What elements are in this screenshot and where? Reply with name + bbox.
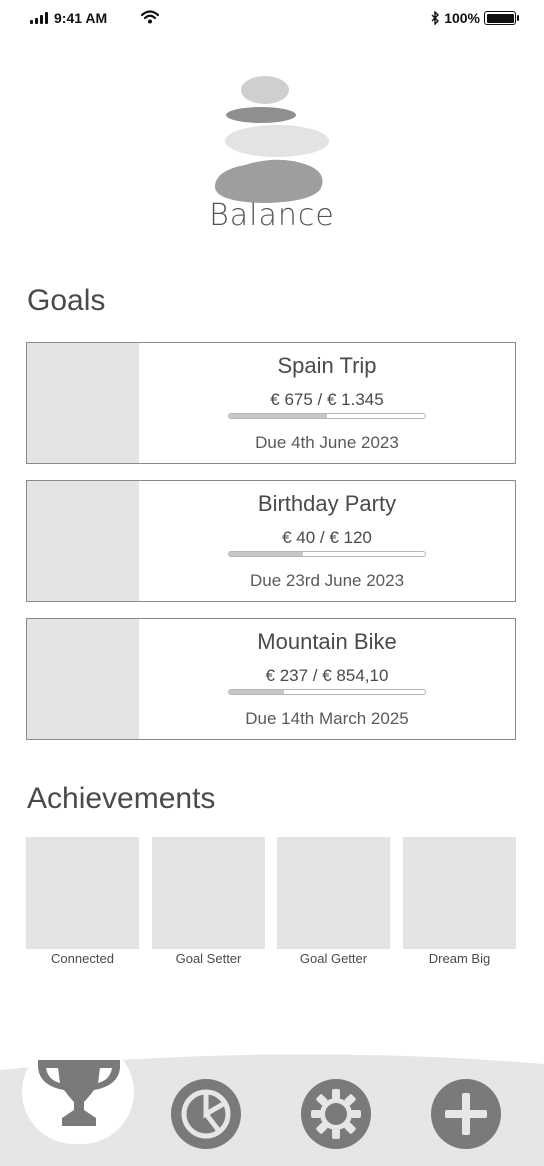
goal-progress-bar: [228, 551, 426, 557]
goal-info: Birthday Party € 40 / € 120 Due 23rd Jun…: [139, 481, 515, 601]
goals-heading: Goals: [27, 284, 106, 317]
achievement-dream-big[interactable]: Dream Big: [403, 837, 516, 966]
achievement-label: Connected: [51, 951, 114, 966]
goal-name: Mountain Bike: [257, 629, 397, 654]
goal-card[interactable]: Mountain Bike € 237 / € 854,10 Due 14th …: [26, 618, 516, 740]
status-bar: 9:41 AM 100%: [0, 0, 544, 40]
battery-percent: 100%: [444, 10, 480, 26]
goal-name: Spain Trip: [277, 353, 377, 378]
achievement-badge: [152, 837, 265, 949]
goal-image: [27, 343, 139, 463]
achievement-connected[interactable]: Connected: [26, 837, 139, 966]
achievement-label: Dream Big: [428, 951, 491, 966]
goal-amount: € 675 / € 1.345: [270, 390, 384, 409]
goal-card[interactable]: Spain Trip € 675 / € 1.345 Due 4th June …: [26, 342, 516, 464]
goal-due-date: Due 14th March 2025: [245, 709, 409, 728]
achievement-badge: [403, 837, 516, 949]
goal-name: Birthday Party: [257, 491, 397, 516]
goal-amount: € 237 / € 854,10: [265, 666, 389, 685]
achievement-goal-getter[interactable]: Goal Getter: [277, 837, 390, 966]
goal-info: Mountain Bike € 237 / € 854,10 Due 14th …: [139, 619, 515, 739]
goal-progress-bar: [228, 689, 426, 695]
achievement-badge: [277, 837, 390, 949]
signal-icon: [30, 12, 48, 24]
achievements-heading: Achievements: [27, 782, 216, 815]
app-name: Balance: [209, 198, 335, 233]
achievement-label: Goal Setter: [175, 951, 242, 966]
battery-icon: [484, 11, 519, 25]
goal-progress-bar: [228, 413, 426, 419]
goal-due-date: Due 4th June 2023: [255, 433, 399, 452]
goal-image: [27, 619, 139, 739]
status-time: 9:41 AM: [54, 10, 108, 26]
goal-info: Spain Trip € 675 / € 1.345 Due 4th June …: [139, 343, 515, 463]
bluetooth-icon: [431, 11, 440, 25]
plus-icon[interactable]: [431, 1079, 501, 1149]
trophy-icon[interactable]: [38, 1054, 120, 1128]
achievement-label: Goal Getter: [299, 951, 368, 966]
status-right: 100%: [431, 10, 519, 26]
achievement-badge: [26, 837, 139, 949]
pie-chart-icon[interactable]: [171, 1079, 241, 1149]
status-left: 9:41 AM: [30, 10, 107, 26]
gear-icon[interactable]: [301, 1079, 371, 1149]
goal-amount: € 40 / € 120: [282, 528, 372, 547]
goal-image: [27, 481, 139, 601]
achievement-goal-setter[interactable]: Goal Setter: [152, 837, 265, 966]
goal-due-date: Due 23rd June 2023: [249, 571, 405, 590]
wifi-icon: [141, 10, 159, 24]
goal-card[interactable]: Birthday Party € 40 / € 120 Due 23rd Jun…: [26, 480, 516, 602]
